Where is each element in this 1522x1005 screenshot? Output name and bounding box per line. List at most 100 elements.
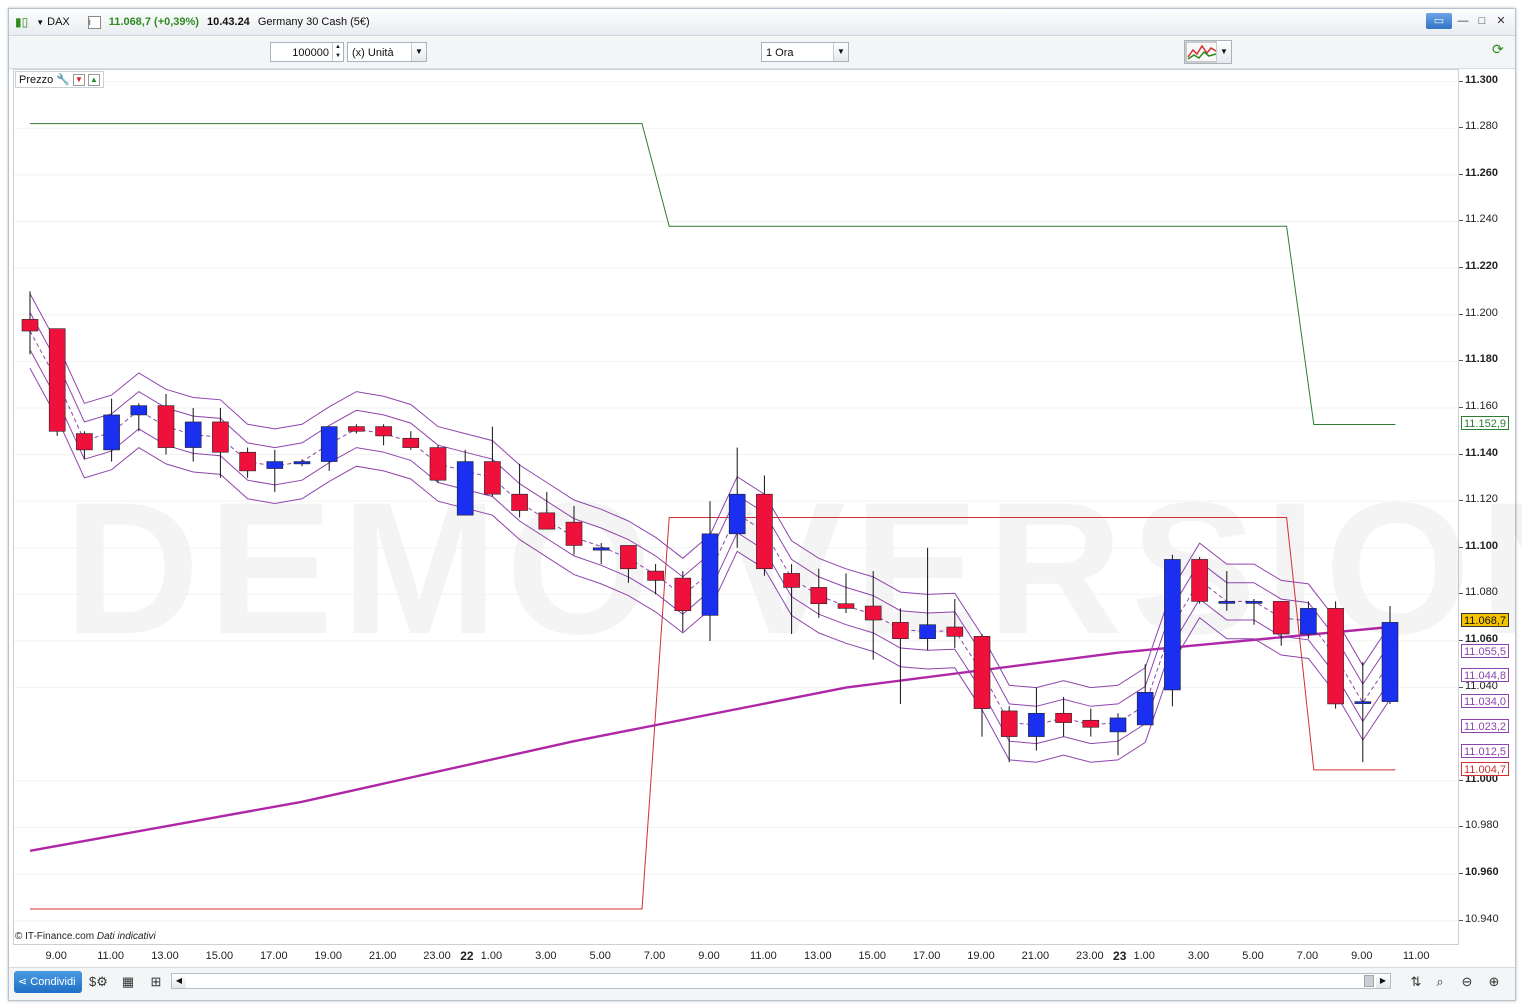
price-tick-label: 11.180 — [1465, 353, 1499, 366]
price-tick-label: 10.960 — [1465, 866, 1499, 879]
price-tick-mark — [1459, 267, 1463, 269]
price-tick-label: 11.280 — [1465, 120, 1498, 133]
candle-body — [1109, 717, 1127, 733]
price-tag: 11.023,2 — [1461, 718, 1510, 733]
symbol-dropdown-icon[interactable]: ▼ — [36, 18, 44, 27]
candle-body — [266, 461, 284, 469]
time-tick-label: 5.00 — [589, 950, 611, 962]
price-tick-mark — [1459, 546, 1463, 548]
chart-type-icon[interactable]: ▮▯ — [15, 15, 28, 29]
price-tick-mark — [1459, 919, 1463, 921]
zoom-fit-icon[interactable]: ⌕ — [1431, 973, 1449, 991]
price-tick-label: 11.200 — [1465, 306, 1498, 319]
timeframe-value: 1 Ora — [766, 47, 794, 59]
time-tick-label: 19.00 — [314, 950, 342, 962]
calculator-icon[interactable]: ▦ — [119, 973, 137, 991]
price-tick-label: 11.080 — [1465, 586, 1498, 599]
zoom-in-icon[interactable]: ⊕ — [1485, 973, 1503, 991]
price-tick-mark — [1459, 127, 1463, 129]
remove-indicator-icon[interactable]: ▼ — [72, 73, 85, 86]
candle-body — [511, 493, 528, 511]
price-tick-label: 11.220 — [1465, 260, 1499, 273]
title-bar: ▮▯ ▼ DAX i 11.068,7 (+0,39%) 10.43.24 Ge… — [9, 9, 1515, 36]
unit-select[interactable]: (x) Unità ▼ — [347, 42, 427, 62]
candle-body — [21, 319, 39, 332]
time-tick-label: 11.00 — [750, 950, 777, 962]
price-tag: 11.152,9 — [1461, 416, 1510, 431]
candle-body — [864, 605, 882, 621]
source-note: © IT-Finance.com Dati indicativi — [15, 931, 156, 942]
moving-average-line — [29, 625, 1391, 852]
time-tick-label: 13.00 — [151, 950, 179, 962]
time-tick-label: 21.00 — [1021, 950, 1050, 962]
scroll-thumb[interactable] — [1364, 975, 1374, 987]
chevron-down-icon[interactable]: ▼ — [411, 43, 426, 61]
maximize-icon[interactable]: □ — [1474, 13, 1490, 29]
scale-icon[interactable]: ⇅ — [1407, 973, 1425, 991]
price-tick-label: 10.940 — [1465, 912, 1499, 925]
candle-body — [456, 461, 474, 516]
stepper-arrows-icon[interactable]: ▲ ▼ — [332, 43, 343, 61]
indicators-button[interactable]: ▼ — [1184, 40, 1232, 64]
add-indicator-icon[interactable]: ▲ — [87, 73, 100, 86]
price-change: 11.068,7 (+0,39%) — [108, 16, 199, 28]
time-tick-label: 7.00 — [643, 950, 666, 962]
candle-body — [892, 622, 909, 639]
share-button[interactable]: ⋖ Condividi — [14, 971, 82, 993]
candle-body — [1082, 719, 1100, 728]
time-scrollbar[interactable]: ◀ ▶ — [171, 973, 1391, 989]
price-axis[interactable]: 11.300 11.280 11.260 11.240 11.220 11.200 11.1… — [1459, 69, 1515, 943]
candle-body — [184, 421, 202, 448]
scroll-right-icon[interactable]: ▶ — [1376, 974, 1390, 988]
candle-body — [973, 636, 991, 709]
close-icon[interactable]: ✕ — [1493, 13, 1509, 29]
candle-body — [402, 437, 420, 448]
candle-body — [756, 493, 773, 570]
time-tick-label: 23.00 — [1076, 950, 1104, 962]
minimize-icon[interactable]: — — [1455, 13, 1471, 29]
time-tick-label: 9.00 — [698, 950, 720, 962]
chart-area[interactable]: DEMO VERSION — [13, 69, 1522, 945]
time-axis[interactable]: 9.00 11.00 13.00 15.00 17.00 19.00 21.00 23.00 2… — [13, 944, 1457, 966]
candle-body — [1354, 701, 1372, 704]
refresh-icon[interactable]: ⟳ — [1492, 41, 1510, 63]
chevron-down-icon[interactable]: ▼ — [1216, 41, 1231, 63]
price-tick-mark — [1459, 453, 1463, 455]
candle-body — [1191, 559, 1208, 602]
price-tick-label: 10.980 — [1465, 819, 1499, 832]
candle-body — [1164, 559, 1181, 691]
quantity-stepper[interactable]: 100000 ▲ ▼ — [270, 42, 344, 62]
time-tick-label: 13.00 — [804, 950, 832, 962]
candle-body — [429, 447, 447, 481]
dollar-gear-icon[interactable]: $⚙ — [89, 973, 108, 991]
candle-body — [484, 461, 501, 495]
grid-settings-icon[interactable]: ⊞ — [147, 973, 165, 991]
candle-body — [1000, 710, 1018, 737]
time-tick-label: 7.00 — [1296, 950, 1319, 962]
candle-body — [810, 587, 828, 605]
wrench-icon[interactable]: 🔧 — [56, 73, 70, 86]
timeframe-select[interactable]: 1 Ora ▼ — [761, 42, 849, 62]
price-tick-label: 11.100 — [1465, 539, 1499, 552]
price-tick-mark — [1459, 873, 1463, 875]
window-menu-icon[interactable]: ▭ — [1426, 13, 1452, 29]
last-update-time: 10.43.24 — [206, 16, 250, 28]
scroll-left-icon[interactable]: ◀ — [172, 974, 186, 988]
candle-body — [375, 426, 392, 437]
time-tick-label: 21.00 — [368, 950, 397, 962]
candle-body — [1327, 608, 1344, 705]
time-tick-label: 23.00 — [423, 950, 451, 962]
share-label: Condividi — [30, 976, 76, 988]
info-icon[interactable]: i — [87, 15, 101, 29]
candle-body — [1245, 601, 1263, 604]
candle-body — [946, 626, 964, 637]
zoom-out-icon[interactable]: ⊖ — [1458, 973, 1476, 991]
chevron-down-icon[interactable]: ▼ — [833, 43, 848, 61]
symbol-name[interactable]: DAX — [47, 16, 70, 28]
candle-body — [1136, 691, 1154, 726]
price-panel-label[interactable]: Prezzo 🔧 ▼ ▲ — [15, 71, 104, 88]
price-tag: 11.004,7 — [1461, 761, 1510, 776]
time-tick-label: 9.00 — [1351, 950, 1373, 962]
price-tag: 11.034,0 — [1461, 693, 1510, 708]
price-chart — [14, 81, 1458, 922]
